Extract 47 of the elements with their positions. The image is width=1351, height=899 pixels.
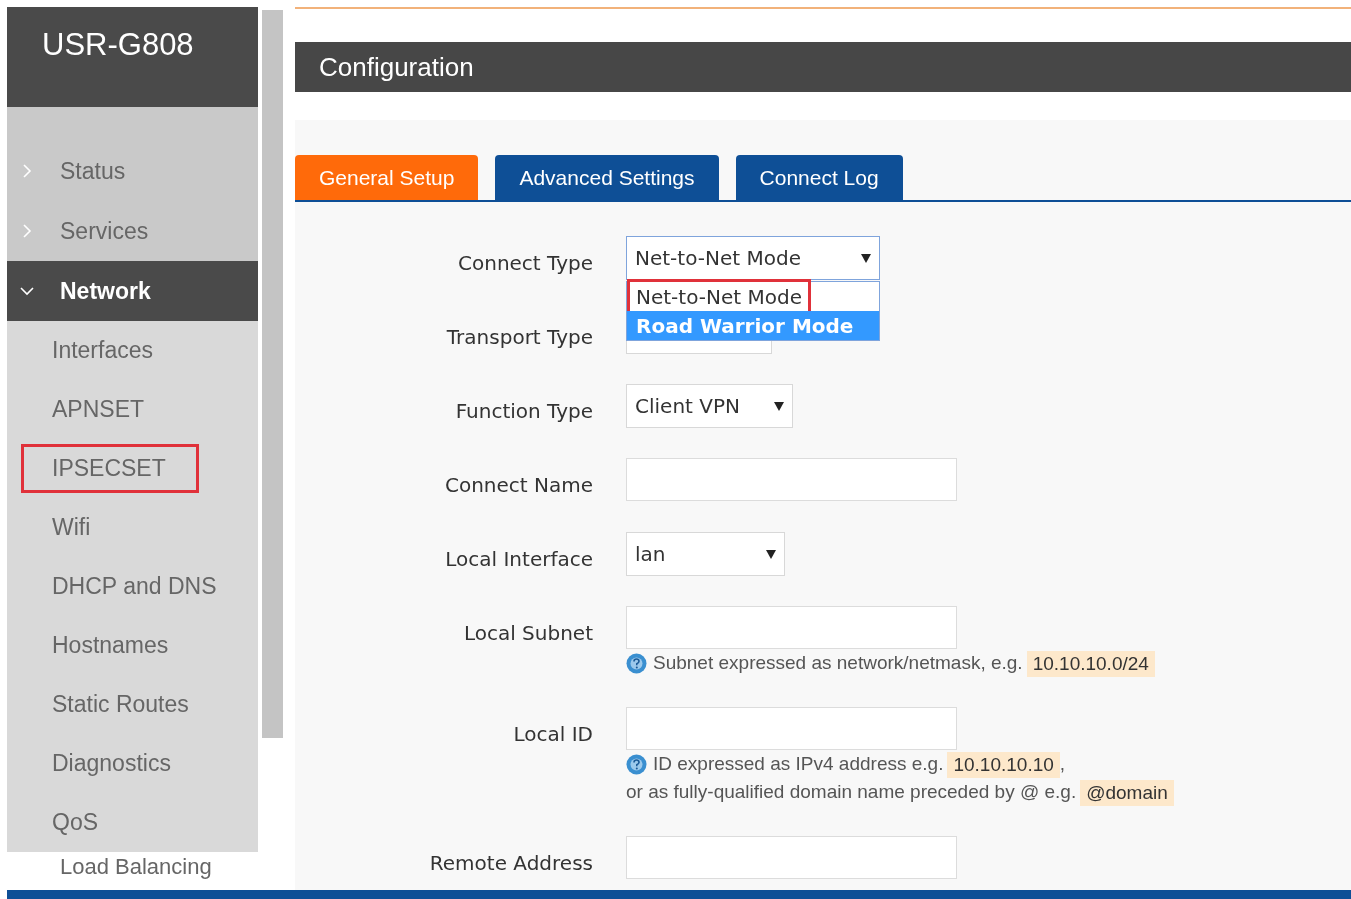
hint-text: or as fully-qualified domain name preceded by @ e.g. xyxy=(626,780,1077,805)
sidebar-item[interactable]: Status xyxy=(7,141,258,201)
tab[interactable]: Advanced Settings xyxy=(495,155,719,200)
sidebar-subitem[interactable]: Load Balancing xyxy=(60,854,212,879)
text-input[interactable] xyxy=(626,606,957,649)
sidebar-item[interactable]: Network xyxy=(7,261,258,321)
dropdown-arrow-icon xyxy=(861,253,871,263)
dropdown-select[interactable]: Client VPN xyxy=(626,384,793,428)
sidebar-subitem[interactable]: IPSECSET xyxy=(21,444,199,493)
sidebar-subitem[interactable]: Hostnames xyxy=(21,621,202,670)
field-label: Remote Address xyxy=(429,850,593,877)
sidebar-item[interactable]: Services xyxy=(7,201,258,261)
dropdown-select[interactable]: Net-to-Net Mode xyxy=(626,236,880,280)
field-label: Connect Name xyxy=(444,472,593,499)
dropdown-arrow-icon xyxy=(766,549,776,559)
example-value: 10.10.10.10 xyxy=(947,751,1060,778)
tab[interactable]: Connect Log xyxy=(735,155,903,200)
dropdown-arrow-icon xyxy=(774,401,784,411)
scrollbar[interactable] xyxy=(262,10,283,738)
field-label: Local Subnet xyxy=(463,620,593,647)
sidebar-subitem[interactable]: Diagnostics xyxy=(21,739,204,788)
text-input[interactable] xyxy=(626,707,957,750)
text-input[interactable] xyxy=(626,836,957,879)
sidebar-subitem[interactable]: Static Routes xyxy=(21,680,222,729)
tab[interactable]: General Setup xyxy=(295,155,479,200)
dropdown-select[interactable]: lan xyxy=(626,532,785,576)
hint-text: Subnet expressed as network/netmask, e.g. xyxy=(653,651,1023,676)
text-input[interactable] xyxy=(626,458,957,501)
hint-text: ID expressed as IPv4 address e.g. xyxy=(653,752,944,777)
field-label: Local Interface xyxy=(445,546,593,573)
sidebar-subitem[interactable]: DHCP and DNS xyxy=(21,562,250,611)
sidebar-subitem[interactable]: Interfaces xyxy=(21,326,186,375)
help-icon xyxy=(626,754,647,775)
field-label: Function Type xyxy=(455,398,593,425)
example-value: 10.10.10.0/24 xyxy=(1026,650,1155,677)
example-value: @domain xyxy=(1080,779,1174,806)
page-title: Configuration xyxy=(319,50,474,84)
sidebar-subitem[interactable]: QoS xyxy=(21,798,132,847)
brand-title: USR-G808 xyxy=(42,29,194,60)
field-label: Local ID xyxy=(513,721,593,748)
sidebar-subitem[interactable]: APNSET xyxy=(21,385,178,434)
field-label: Transport Type xyxy=(446,324,593,351)
field-label: Connect Type xyxy=(458,250,593,277)
hint-text: , xyxy=(1059,752,1066,777)
dropdown-option[interactable]: Road Warrior Mode xyxy=(627,311,879,340)
sidebar-subitem[interactable]: Wifi xyxy=(21,503,124,552)
help-icon xyxy=(626,653,647,674)
